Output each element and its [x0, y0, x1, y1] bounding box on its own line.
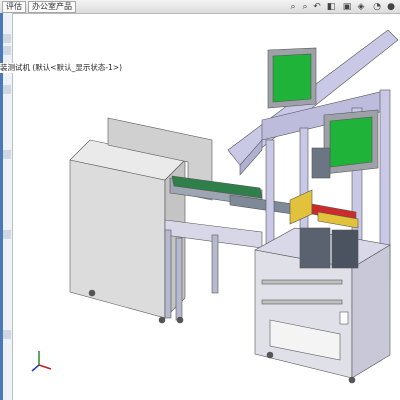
view-orientation-icon[interactable]: ▣ — [342, 2, 352, 12]
test-module-1 — [299, 227, 331, 269]
zoom-fit-icon[interactable]: ⌕ — [288, 2, 298, 12]
reference-triad-icon — [31, 351, 52, 372]
display-style-icon[interactable]: ◈ — [356, 2, 366, 12]
panel-tab-5[interactable] — [3, 230, 11, 239]
monitor-left-screen — [272, 53, 312, 103]
panel-tab-3[interactable] — [3, 85, 11, 94]
section-view-icon[interactable]: ◧ — [326, 2, 336, 12]
left-table-leg-3 — [175, 237, 183, 321]
foot-2 — [158, 316, 166, 324]
station-drawer-line-1 — [261, 279, 343, 285]
probe-head — [311, 147, 331, 179]
conveyor-rail — [229, 194, 301, 216]
station-label-plate — [339, 311, 349, 325]
left-table-leg-2 — [211, 234, 219, 294]
frame-post-1 — [265, 139, 275, 251]
foot-1 — [88, 289, 96, 297]
panel-tab-1[interactable] — [3, 34, 11, 43]
tab-office-products[interactable]: 办公室产品 — [28, 1, 76, 13]
appearance-icon[interactable]: ● — [386, 2, 396, 12]
tab-evaluate-label: 评估 — [6, 2, 22, 11]
panel-tab-2[interactable] — [3, 46, 11, 55]
foot-3 — [176, 316, 184, 324]
panel-tab-4[interactable] — [3, 150, 11, 159]
left-table-leg-1 — [164, 229, 172, 319]
graphics-area[interactable] — [13, 14, 400, 400]
monitor-right-screen — [329, 116, 373, 168]
test-module-2 — [331, 229, 359, 269]
foot-4 — [266, 351, 274, 359]
tab-office-products-label: 办公室产品 — [32, 2, 72, 11]
station-drawer-line-2 — [261, 299, 343, 305]
foot-5 — [348, 376, 356, 384]
panel-tab-6[interactable] — [3, 330, 11, 339]
fixture-yellow-1 — [289, 189, 313, 225]
zoom-area-icon[interactable]: ⌕ — [300, 2, 310, 12]
previous-view-icon[interactable]: ↶ — [312, 2, 322, 12]
tab-evaluate[interactable]: 评估 — [2, 1, 26, 13]
hide-show-icon[interactable]: ◔ — [372, 2, 382, 12]
frame-post-2 — [299, 127, 309, 239]
left-cabinet-front — [69, 159, 166, 319]
